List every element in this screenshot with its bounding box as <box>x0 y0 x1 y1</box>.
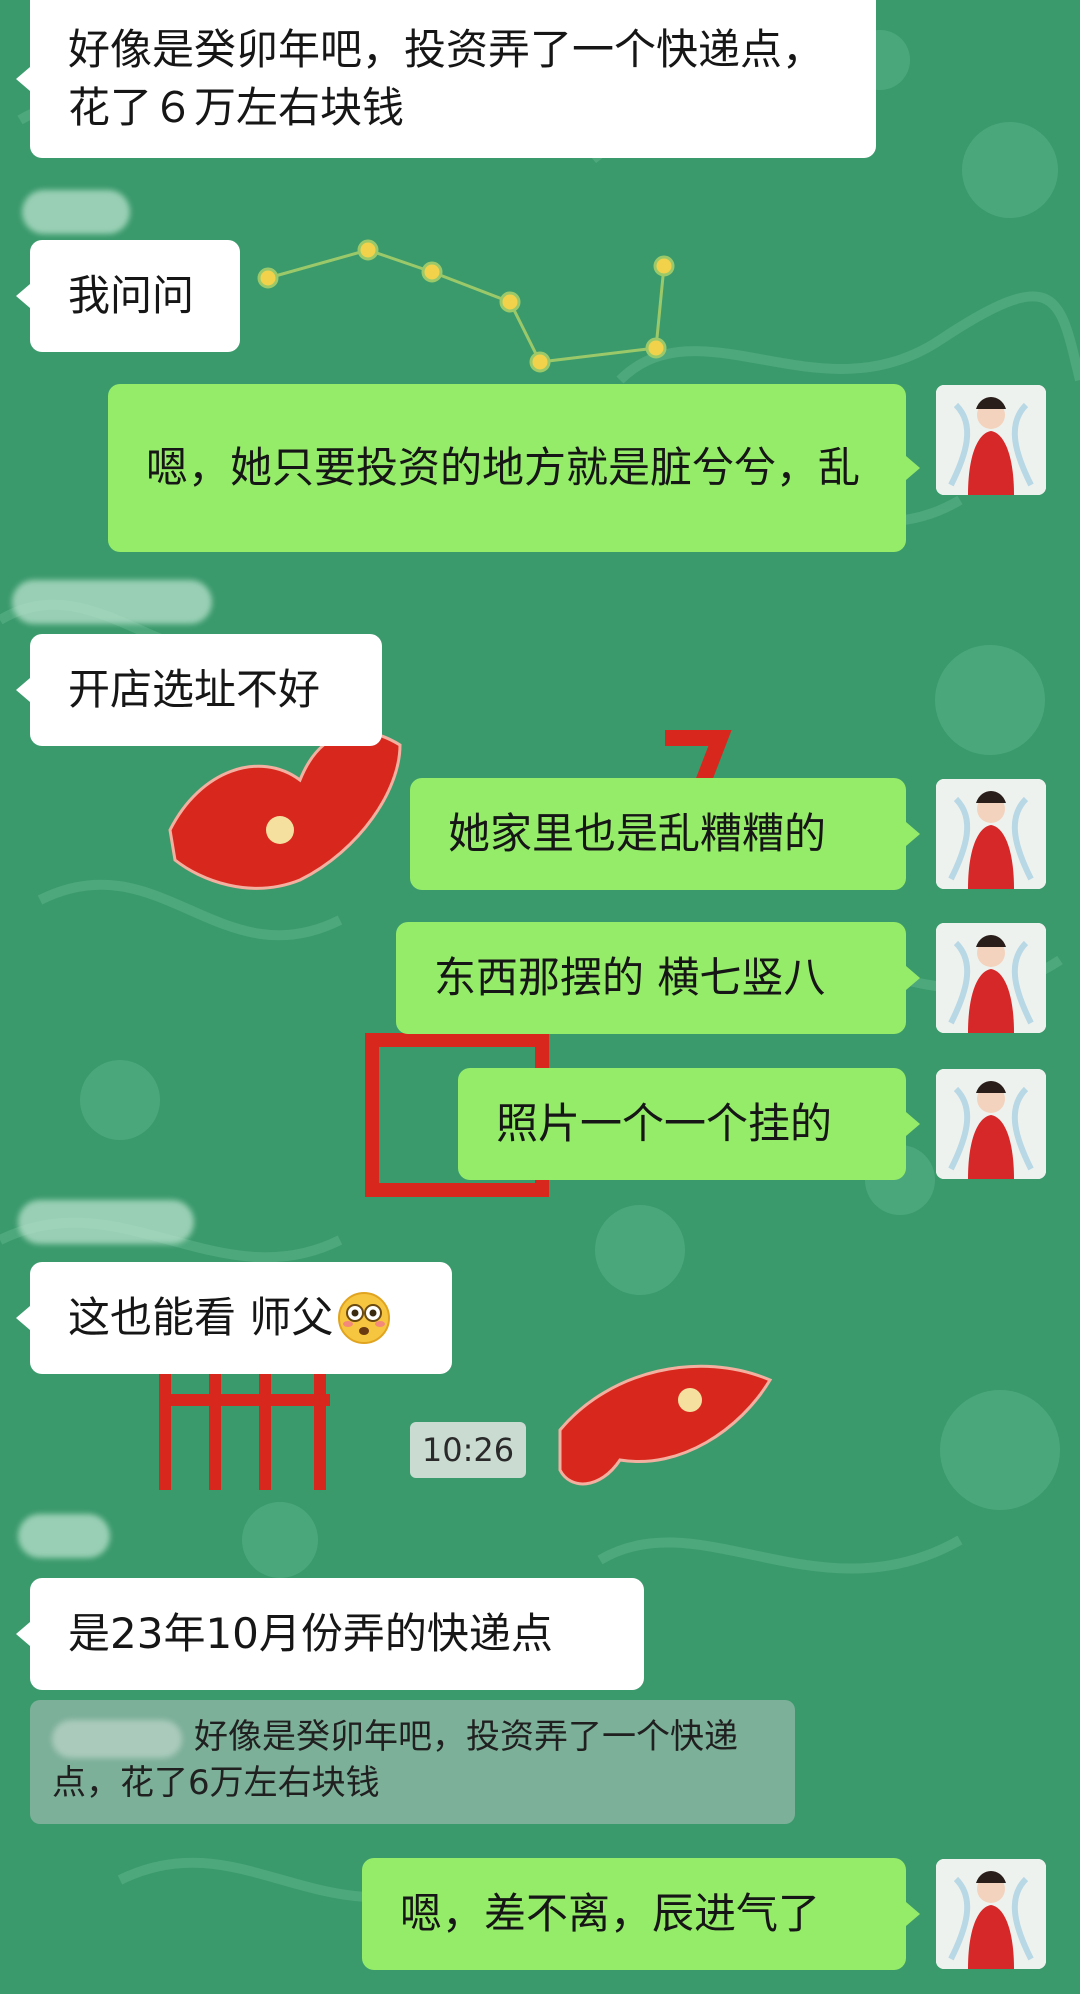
message-timestamp: 10:26 <box>410 1422 526 1478</box>
user-avatar[interactable] <box>936 779 1046 889</box>
flushed-face-emoji-icon <box>338 1292 391 1344</box>
message-text: 我问问 <box>68 271 195 320</box>
message-bubble-incoming[interactable]: 这也能看 师父 <box>16 1262 452 1374</box>
message-text: 好像是癸卯年吧，投资弄了一个快递点，花了６万左右块钱 <box>68 25 825 132</box>
sender-name-blurred <box>12 580 212 624</box>
message-text: 这也能看 师父 <box>68 1293 334 1342</box>
message-bubble-incoming[interactable]: 好像是癸卯年吧，投资弄了一个快递点，花了６万左右块钱 <box>16 0 876 158</box>
message-bubble-outgoing[interactable]: 东西那摆的 横七竖八 <box>396 922 920 1034</box>
message-text: 开店选址不好 <box>68 665 321 714</box>
avatar-portrait-icon <box>936 779 1046 889</box>
message-text: 东西那摆的 横七竖八 <box>434 953 826 1002</box>
message-text: 嗯，差不离，辰进气了 <box>400 1889 821 1938</box>
message-bubble-incoming[interactable]: 开店选址不好 <box>16 634 382 746</box>
message-bubble-incoming[interactable]: 是23年10月份弄的快递点 <box>16 1578 644 1690</box>
avatar-portrait-icon <box>936 1859 1046 1969</box>
sender-name-blurred <box>22 190 130 234</box>
message-text: 照片一个一个挂的 <box>496 1099 833 1148</box>
message-bubble-outgoing[interactable]: 她家里也是乱糟糟的 <box>410 778 920 890</box>
avatar-portrait-icon <box>936 923 1046 1033</box>
avatar-portrait-icon <box>936 385 1046 495</box>
sender-name-blurred <box>18 1514 110 1558</box>
message-bubble-outgoing[interactable]: 照片一个一个挂的 <box>458 1068 920 1180</box>
message-text: 嗯，她只要投资的地方就是脏兮兮，乱 <box>146 443 861 492</box>
message-text: 她家里也是乱糟糟的 <box>448 809 827 858</box>
quoted-sender-blurred <box>52 1719 182 1758</box>
user-avatar[interactable] <box>936 923 1046 1033</box>
message-bubble-incoming[interactable]: 我问问 <box>16 240 240 352</box>
user-avatar[interactable] <box>936 1859 1046 1969</box>
sender-name-blurred <box>18 1200 194 1244</box>
user-avatar[interactable] <box>936 1069 1046 1179</box>
message-bubble-outgoing[interactable]: 嗯，她只要投资的地方就是脏兮兮，乱 <box>108 384 920 552</box>
quoted-message[interactable]: 好像是癸卯年吧，投资弄了一个快递点，花了6万左右块钱 <box>30 1700 795 1824</box>
message-bubble-outgoing[interactable]: 嗯，差不离，辰进气了 <box>362 1858 920 1970</box>
message-text: 是23年10月份弄的快递点 <box>68 1609 553 1658</box>
user-avatar[interactable] <box>936 385 1046 495</box>
avatar-portrait-icon <box>936 1069 1046 1179</box>
